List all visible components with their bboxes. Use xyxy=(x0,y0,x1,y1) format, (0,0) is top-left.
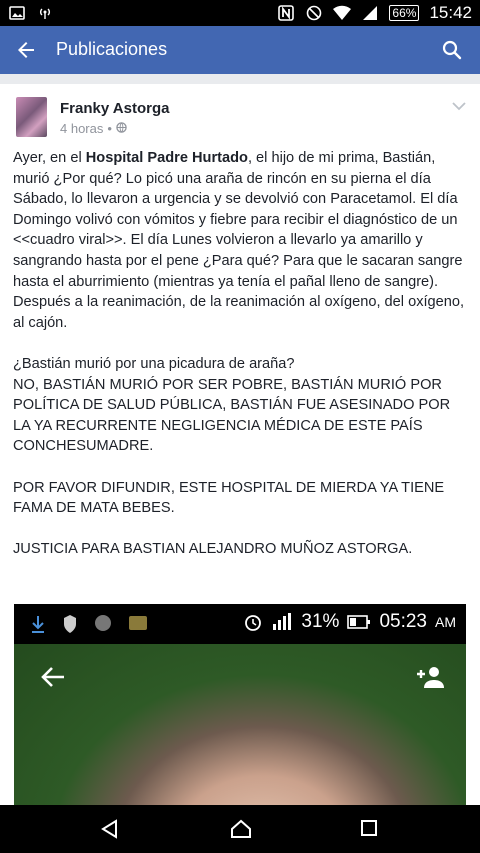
avatar[interactable] xyxy=(16,97,47,137)
post-body: Ayer, en el Hospital Padre Hurtado, el h… xyxy=(13,148,468,580)
post-meta: 4 horas • xyxy=(60,121,127,136)
post-paragraph: ¿Bastián murió por una picadura de araña… xyxy=(13,355,451,455)
paragraph-text: Ayer, en el xyxy=(13,150,86,166)
app-icon xyxy=(129,616,147,630)
post-photo[interactable]: 31% 05:23 AM xyxy=(14,604,466,805)
hospital-name: Hospital Padre Hurtado xyxy=(85,150,248,166)
post-paragraph: Ayer, en el Hospital Padre Hurtado, el h… xyxy=(13,148,468,333)
search-icon[interactable] xyxy=(440,38,464,62)
image-icon xyxy=(8,4,26,22)
alarm-icon xyxy=(245,615,262,631)
status-bar: 66% 15:42 xyxy=(0,0,480,26)
photo-image xyxy=(14,644,466,805)
post-author[interactable]: Franky Astorga xyxy=(60,100,169,117)
photo-battery-text: 31% xyxy=(301,611,340,632)
n-icon xyxy=(277,4,295,22)
add-person-icon xyxy=(416,666,446,688)
do-not-disturb-icon xyxy=(305,4,323,22)
photo-status-bar: 31% 05:23 AM xyxy=(14,604,466,644)
status-clock: 15:42 xyxy=(429,3,472,22)
post-time[interactable]: 4 horas xyxy=(60,121,103,136)
signal-icon xyxy=(361,4,379,22)
battery-icon xyxy=(347,615,371,629)
nav-home-icon[interactable] xyxy=(230,819,251,839)
battery-indicator: 66% xyxy=(389,5,420,21)
signal-icon xyxy=(273,613,292,630)
hotspot-icon xyxy=(36,4,54,22)
nav-back-icon[interactable] xyxy=(100,819,120,839)
page-title: Publicaciones xyxy=(56,39,168,59)
back-arrow-icon xyxy=(40,666,66,688)
back-arrow-icon[interactable] xyxy=(14,38,38,62)
paragraph-text: , el hijo de mi prima, Bastián, murió ¿P… xyxy=(13,150,465,331)
app-icon xyxy=(95,615,111,631)
meta-separator: • xyxy=(107,121,112,136)
post-paragraph: JUSTICIA PARA BASTIAN ALEJANDRO MUÑOZ AS… xyxy=(13,541,413,558)
post-paragraph: POR FAVOR DIFUNDIR, ESTE HOSPITAL DE MIE… xyxy=(13,479,445,517)
download-icon xyxy=(32,616,44,633)
chevron-down-icon[interactable] xyxy=(452,98,466,111)
navigation-bar xyxy=(0,805,480,853)
nav-recents-icon[interactable] xyxy=(360,819,380,839)
wifi-icon xyxy=(333,4,352,22)
globe-icon xyxy=(116,121,127,136)
photo-ampm: AM xyxy=(435,614,456,630)
shield-icon xyxy=(64,615,76,633)
photo-clock: 05:23 xyxy=(379,611,427,632)
post-card: Franky Astorga 4 horas • Ayer, en el Hos… xyxy=(0,84,480,805)
app-bar: Publicaciones xyxy=(0,26,480,74)
